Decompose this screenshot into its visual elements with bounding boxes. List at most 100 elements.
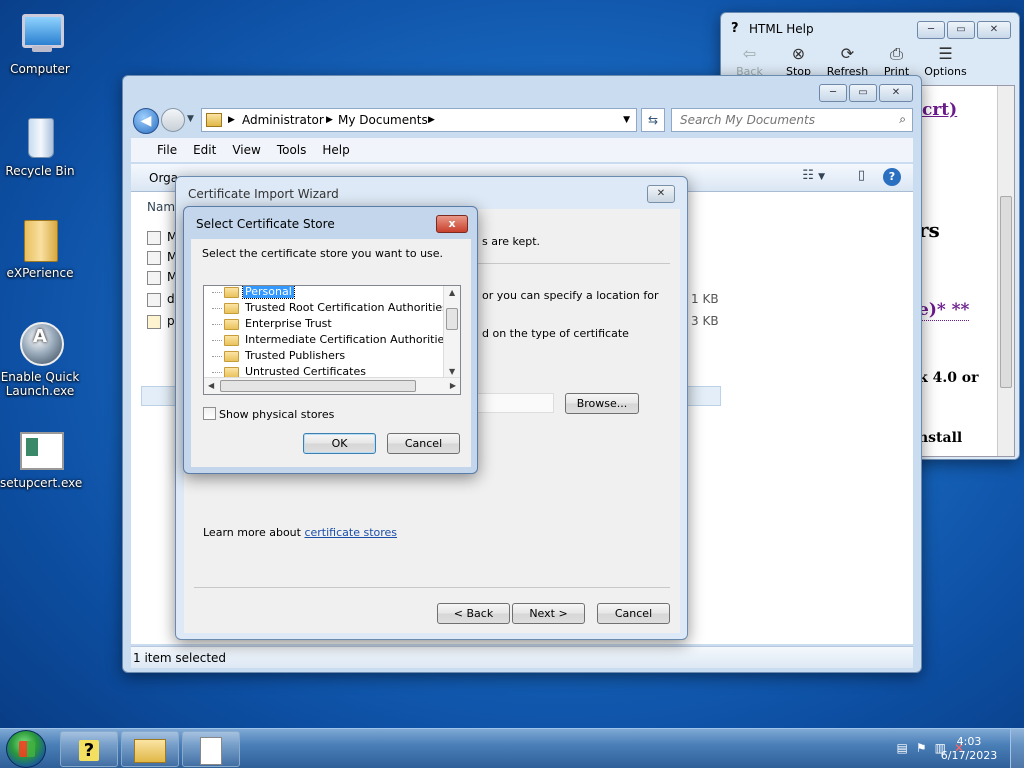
- scroll-thumb[interactable]: [446, 308, 458, 330]
- organize-button[interactable]: Orga: [149, 171, 178, 185]
- file-name: p: [167, 314, 175, 328]
- close-button[interactable]: ✕: [647, 185, 675, 203]
- search-input[interactable]: [672, 109, 882, 131]
- close-button[interactable]: x: [436, 215, 468, 233]
- search-icon[interactable]: ⌕: [899, 112, 906, 127]
- menu-tools[interactable]: Tools: [269, 143, 315, 157]
- breadcrumb-separator-icon[interactable]: ▶: [228, 115, 235, 125]
- address-dropdown-icon[interactable]: ▼: [623, 115, 630, 125]
- cancel-button[interactable]: Cancel: [387, 433, 460, 454]
- desktop-icon-experience[interactable]: eXPerience: [0, 214, 80, 280]
- close-button[interactable]: ✕: [879, 84, 913, 102]
- minimize-button[interactable]: ─: [917, 21, 945, 39]
- views-icon: ☷: [802, 168, 814, 183]
- preview-pane-icon[interactable]: ▯: [858, 168, 865, 183]
- help-icon[interactable]: ?: [883, 168, 901, 186]
- help-scrollbar[interactable]: [997, 86, 1014, 456]
- close-icon: x: [448, 217, 456, 230]
- minimize-button[interactable]: ─: [819, 84, 847, 102]
- refresh-icon: ⟳: [840, 44, 855, 63]
- start-button[interactable]: [6, 730, 46, 768]
- breadcrumb-separator-icon[interactable]: ▶: [326, 115, 333, 125]
- menu-help[interactable]: Help: [314, 143, 357, 157]
- folder-icon: [224, 366, 239, 378]
- clock[interactable]: 4:03 6/17/2023: [938, 735, 1000, 763]
- back-button[interactable]: < Back: [437, 603, 510, 624]
- list-item[interactable]: M: [147, 230, 177, 248]
- help-book-icon: [79, 737, 99, 761]
- search-box[interactable]: ⌕: [671, 108, 913, 132]
- help-text-link[interactable]: crt): [922, 100, 957, 120]
- desktop-icon-setupcert[interactable]: setupcert.exe: [0, 424, 82, 490]
- taskbar-html-help-button[interactable]: [60, 731, 118, 767]
- recent-pages-chevron-icon[interactable]: ▼: [187, 114, 194, 124]
- maximize-button[interactable]: ▭: [849, 84, 877, 102]
- list-item[interactable]: M: [147, 250, 177, 268]
- breadcrumb-separator-icon[interactable]: ▶: [428, 115, 435, 125]
- desktop-icon-label: Enable Quick Launch.exe: [0, 370, 80, 398]
- tree-item-label: Intermediate Certification Authorities: [245, 333, 451, 346]
- scroll-left-icon[interactable]: ◀: [208, 381, 214, 390]
- desktop-icon-computer[interactable]: Computer: [0, 10, 80, 76]
- forward-button[interactable]: [161, 108, 185, 132]
- scroll-right-icon[interactable]: ▶: [450, 381, 456, 390]
- taskbar-explorer-button[interactable]: [121, 731, 179, 767]
- tree-item-trusted-publishers[interactable]: Trusted Publishers: [212, 349, 347, 365]
- tree-item-label: Trusted Publishers: [245, 349, 346, 362]
- status-text: 1 item selected: [133, 651, 227, 665]
- desktop-icon-recycle-bin[interactable]: Recycle Bin: [0, 112, 80, 178]
- list-item[interactable]: d: [147, 292, 175, 310]
- scroll-down-icon[interactable]: ▼: [449, 367, 455, 376]
- help-text-link[interactable]: e)* **: [918, 300, 970, 321]
- browse-button[interactable]: Browse...: [565, 393, 639, 414]
- scroll-thumb[interactable]: [220, 380, 416, 392]
- menu-file[interactable]: File: [149, 143, 185, 157]
- refresh-button[interactable]: ⇆: [641, 108, 665, 132]
- tree-item-label: Trusted Root Certification Authorities: [245, 301, 448, 314]
- back-button[interactable]: ◀: [133, 108, 159, 134]
- folder-icon: [206, 113, 222, 127]
- address-bar[interactable]: ▶ Administrator ▶ My Documents ▶ ▼: [201, 108, 637, 132]
- shortcut-file-icon: [147, 250, 161, 265]
- breadcrumb-item[interactable]: Administrator: [242, 113, 324, 127]
- certificate-file-icon: [147, 314, 161, 329]
- list-item[interactable]: p: [147, 314, 175, 332]
- folder-icon: [224, 286, 239, 298]
- document-file-icon: [147, 292, 161, 307]
- close-button[interactable]: ✕: [977, 21, 1011, 39]
- menu-view[interactable]: View: [224, 143, 268, 157]
- help-options-button[interactable]: ☰ Options: [921, 43, 970, 89]
- desktop-icon-enable-quick-launch[interactable]: Enable Quick Launch.exe: [0, 318, 80, 398]
- show-physical-stores-checkbox[interactable]: [203, 407, 216, 420]
- tree-item-intermediate[interactable]: Intermediate Certification Authorities: [212, 333, 452, 349]
- scroll-up-icon[interactable]: ▲: [449, 288, 455, 297]
- certificate-store-field[interactable]: [474, 393, 554, 413]
- chevron-down-icon: ▼: [818, 172, 825, 182]
- scroll-thumb[interactable]: [1000, 196, 1012, 388]
- show-desktop-button[interactable]: [1010, 729, 1024, 768]
- tool-label: Options: [924, 65, 967, 78]
- views-button[interactable]: ☷ ▼: [802, 168, 825, 183]
- column-header-name[interactable]: Nam: [147, 200, 175, 214]
- list-item[interactable]: M: [147, 270, 177, 288]
- tray-document-icon[interactable]: ▤: [896, 741, 907, 755]
- vertical-scrollbar[interactable]: ▲ ▼: [443, 286, 460, 378]
- menu-edit[interactable]: Edit: [185, 143, 224, 157]
- breadcrumb-item[interactable]: My Documents: [338, 113, 428, 127]
- ok-button[interactable]: OK: [303, 433, 376, 454]
- tree-item-enterprise-trust[interactable]: Enterprise Trust: [212, 317, 334, 333]
- wizard-description: s are kept.: [482, 235, 541, 248]
- cancel-button[interactable]: Cancel: [597, 603, 670, 624]
- action-center-flag-icon[interactable]: ⚑: [916, 741, 927, 755]
- next-button[interactable]: Next >: [512, 603, 585, 624]
- tree-item-trusted-root[interactable]: Trusted Root Certification Authorities: [212, 301, 450, 317]
- certificate-store-tree[interactable]: Personal Trusted Root Certification Auth…: [203, 285, 461, 395]
- maximize-button[interactable]: ▭: [947, 21, 975, 39]
- clock-date: 6/17/2023: [940, 749, 998, 762]
- taskbar-wizard-button[interactable]: [182, 731, 240, 767]
- caption-buttons: ─ ▭ ✕: [917, 21, 1011, 39]
- tree-item-personal[interactable]: Personal: [212, 286, 295, 301]
- certificate-stores-link[interactable]: certificate stores: [304, 526, 397, 539]
- taskbar: ▤ ⚑ ▥ ✕ 4:03 6/17/2023: [0, 728, 1024, 768]
- horizontal-scrollbar[interactable]: ◀ ▶: [204, 377, 460, 394]
